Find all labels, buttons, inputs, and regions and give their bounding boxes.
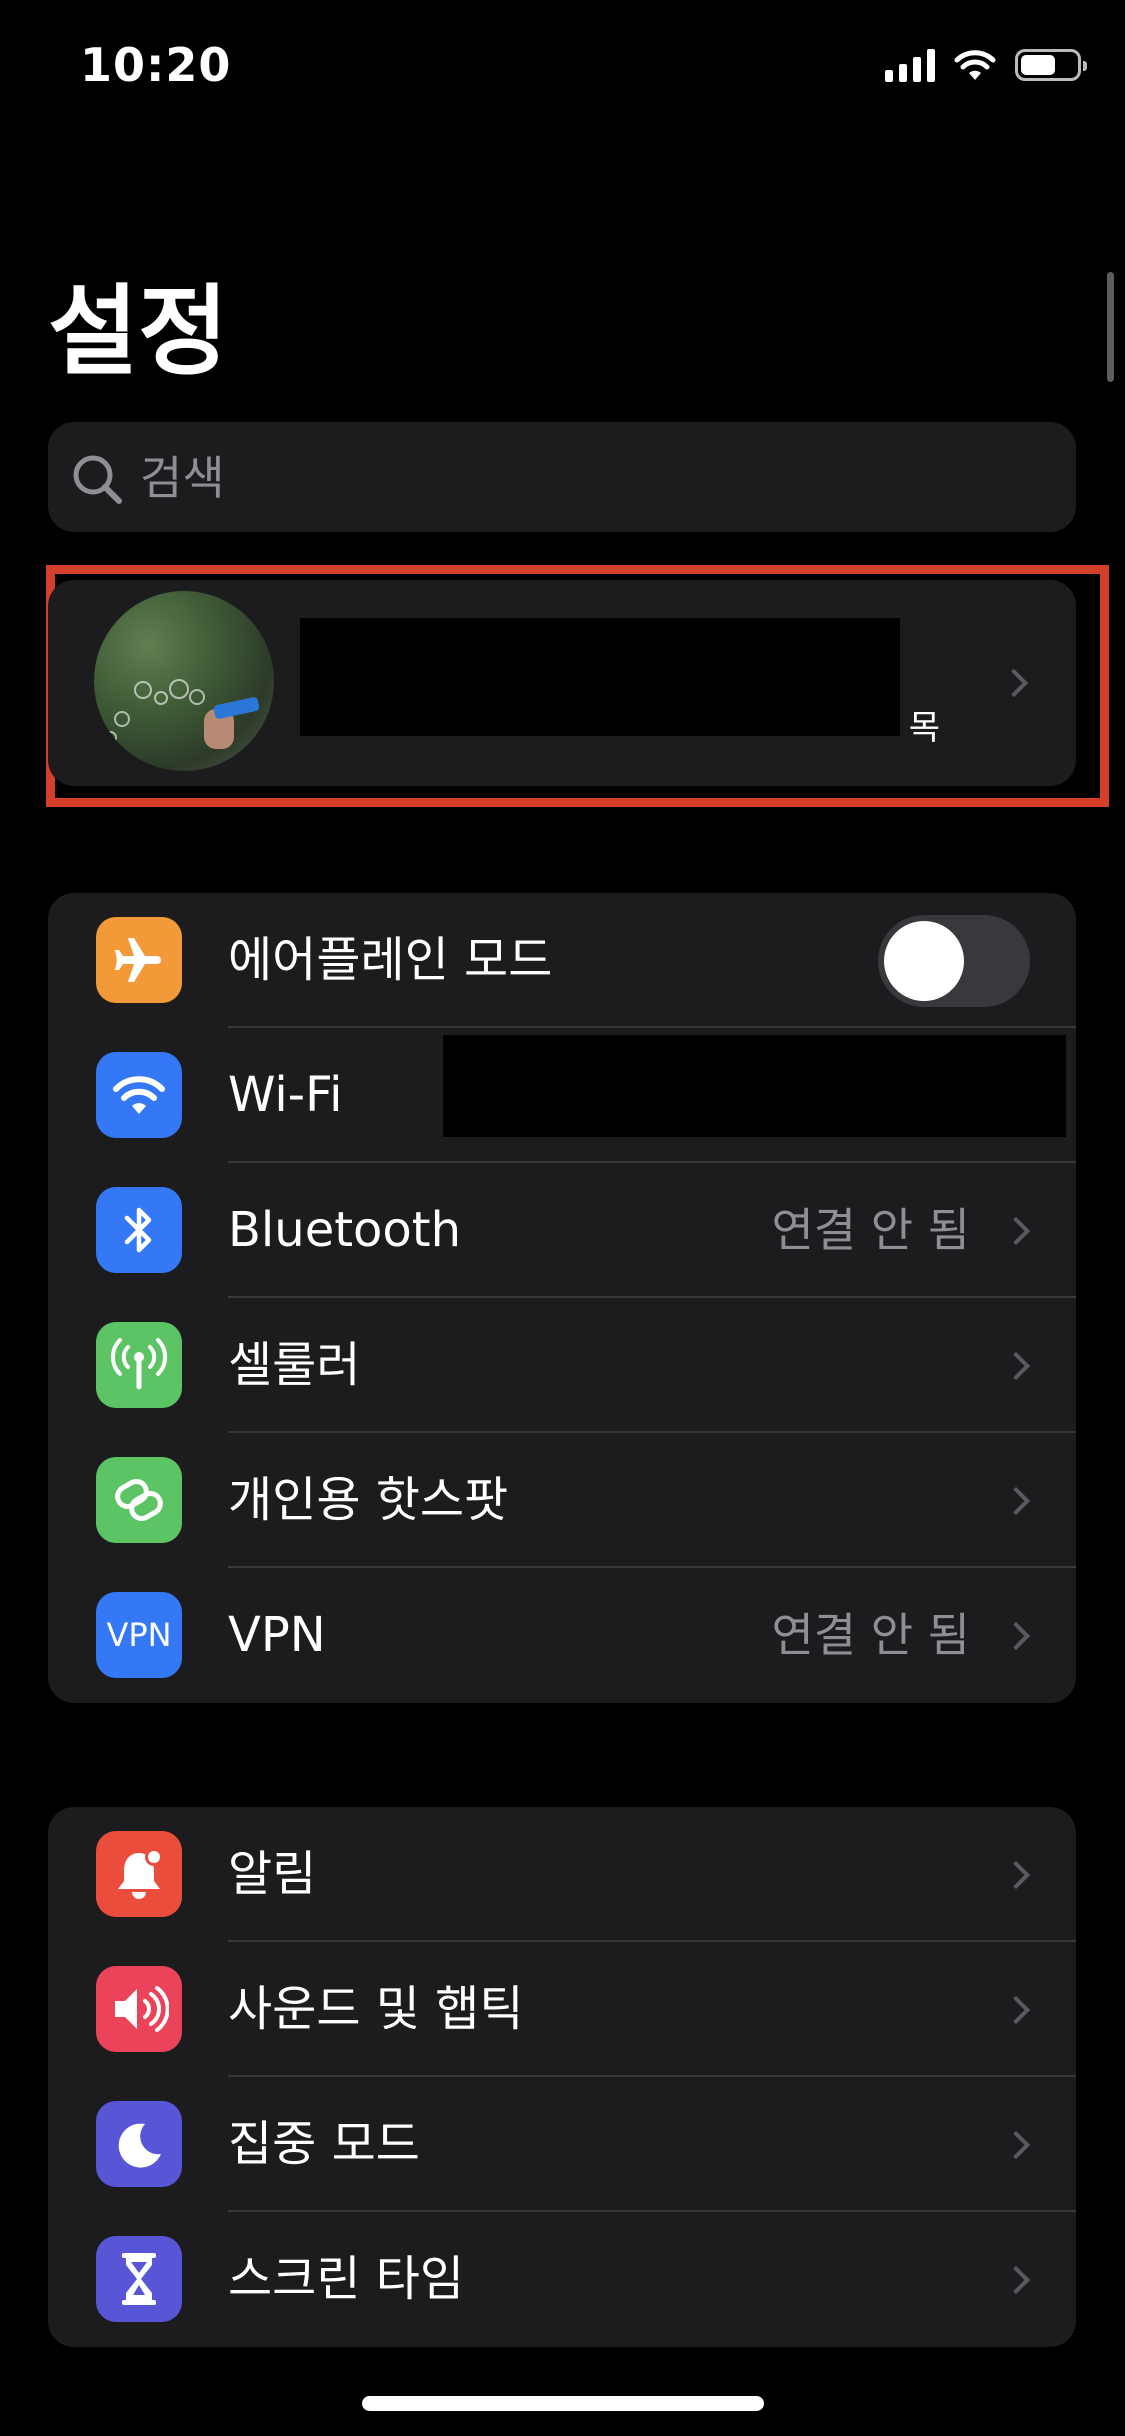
row-screen-time[interactable]: 스크린 타임: [48, 2212, 1076, 2347]
row-cellular[interactable]: 셀룰러: [48, 1298, 1076, 1433]
redacted-wifi-name: [443, 1035, 1066, 1137]
notifications-group: 알림 사운드 및 햅틱 집중 모드 스크린 타임: [48, 1807, 1076, 2347]
chevron-right-icon: [1001, 2265, 1031, 2295]
row-label: Bluetooth: [228, 1202, 462, 1258]
row-bluetooth[interactable]: Bluetooth 연결 안 됨: [48, 1163, 1076, 1298]
chevron-right-icon: [1001, 1860, 1031, 1890]
airplane-mode-toggle[interactable]: [878, 915, 1030, 1007]
bluetooth-icon: [96, 1187, 182, 1273]
row-airplane-mode[interactable]: 에어플레인 모드: [48, 893, 1076, 1028]
status-time: 10:20: [80, 38, 232, 92]
row-personal-hotspot[interactable]: 개인용 핫스팟: [48, 1433, 1076, 1568]
antenna-icon: [96, 1322, 182, 1408]
vpn-icon-text: VPN: [106, 1616, 172, 1654]
row-focus[interactable]: 집중 모드: [48, 2077, 1076, 2212]
wifi-status-icon: [954, 50, 996, 80]
chevron-right-icon: [1001, 1995, 1031, 2025]
chevron-right-icon: [1001, 1351, 1031, 1381]
row-label: Wi-Fi: [228, 1067, 343, 1123]
row-label: 에어플레인 모드: [228, 932, 553, 988]
search-bar[interactable]: [48, 422, 1076, 534]
avatar: [94, 591, 274, 771]
chevron-right-icon: [1001, 1486, 1031, 1516]
hourglass-icon: [96, 2236, 182, 2322]
row-label: 알림: [228, 1846, 317, 1902]
row-label: 집중 모드: [228, 2116, 420, 2172]
connectivity-group: 에어플레인 모드 Wi-Fi Bluetooth 연결 안 됨 셀룰러 개인용 …: [48, 893, 1076, 1703]
apple-id-card[interactable]: 목: [48, 580, 1076, 786]
cellular-signal-icon: [885, 48, 935, 82]
search-input[interactable]: [138, 422, 1042, 534]
wifi-icon: [96, 1052, 182, 1138]
vpn-icon: VPN: [96, 1592, 182, 1678]
airplane-icon: [96, 917, 182, 1003]
chevron-right-icon: [999, 668, 1029, 698]
speaker-icon: [96, 1966, 182, 2052]
row-value: 연결 안 됨: [771, 1608, 970, 1662]
bell-icon: [96, 1831, 182, 1917]
search-icon: [73, 455, 122, 504]
chevron-right-icon: [1001, 2130, 1031, 2160]
status-icons: [885, 48, 1087, 82]
status-bar: 10:20: [0, 0, 1125, 140]
row-vpn[interactable]: VPN VPN 연결 안 됨: [48, 1568, 1076, 1703]
row-sounds-haptics[interactable]: 사운드 및 햅틱: [48, 1942, 1076, 2077]
scroll-indicator[interactable]: [1107, 272, 1114, 382]
profile-subtitle: 목: [908, 708, 940, 748]
moon-icon: [96, 2101, 182, 2187]
row-label: 사운드 및 햅틱: [228, 1981, 524, 2037]
row-label: 셀룰러: [228, 1337, 361, 1393]
row-label: 스크린 타임: [228, 2251, 465, 2307]
chevron-right-icon: [1001, 1621, 1031, 1651]
home-indicator[interactable]: [362, 2396, 764, 2411]
chain-link-icon: [96, 1457, 182, 1543]
page-title: 설정: [48, 275, 229, 389]
chevron-right-icon: [1001, 1216, 1031, 1246]
row-label: 개인용 핫스팟: [228, 1472, 509, 1528]
row-label: VPN: [228, 1607, 326, 1663]
row-value: 연결 안 됨: [771, 1203, 970, 1257]
row-notifications[interactable]: 알림: [48, 1807, 1076, 1942]
battery-icon: [1015, 49, 1087, 81]
